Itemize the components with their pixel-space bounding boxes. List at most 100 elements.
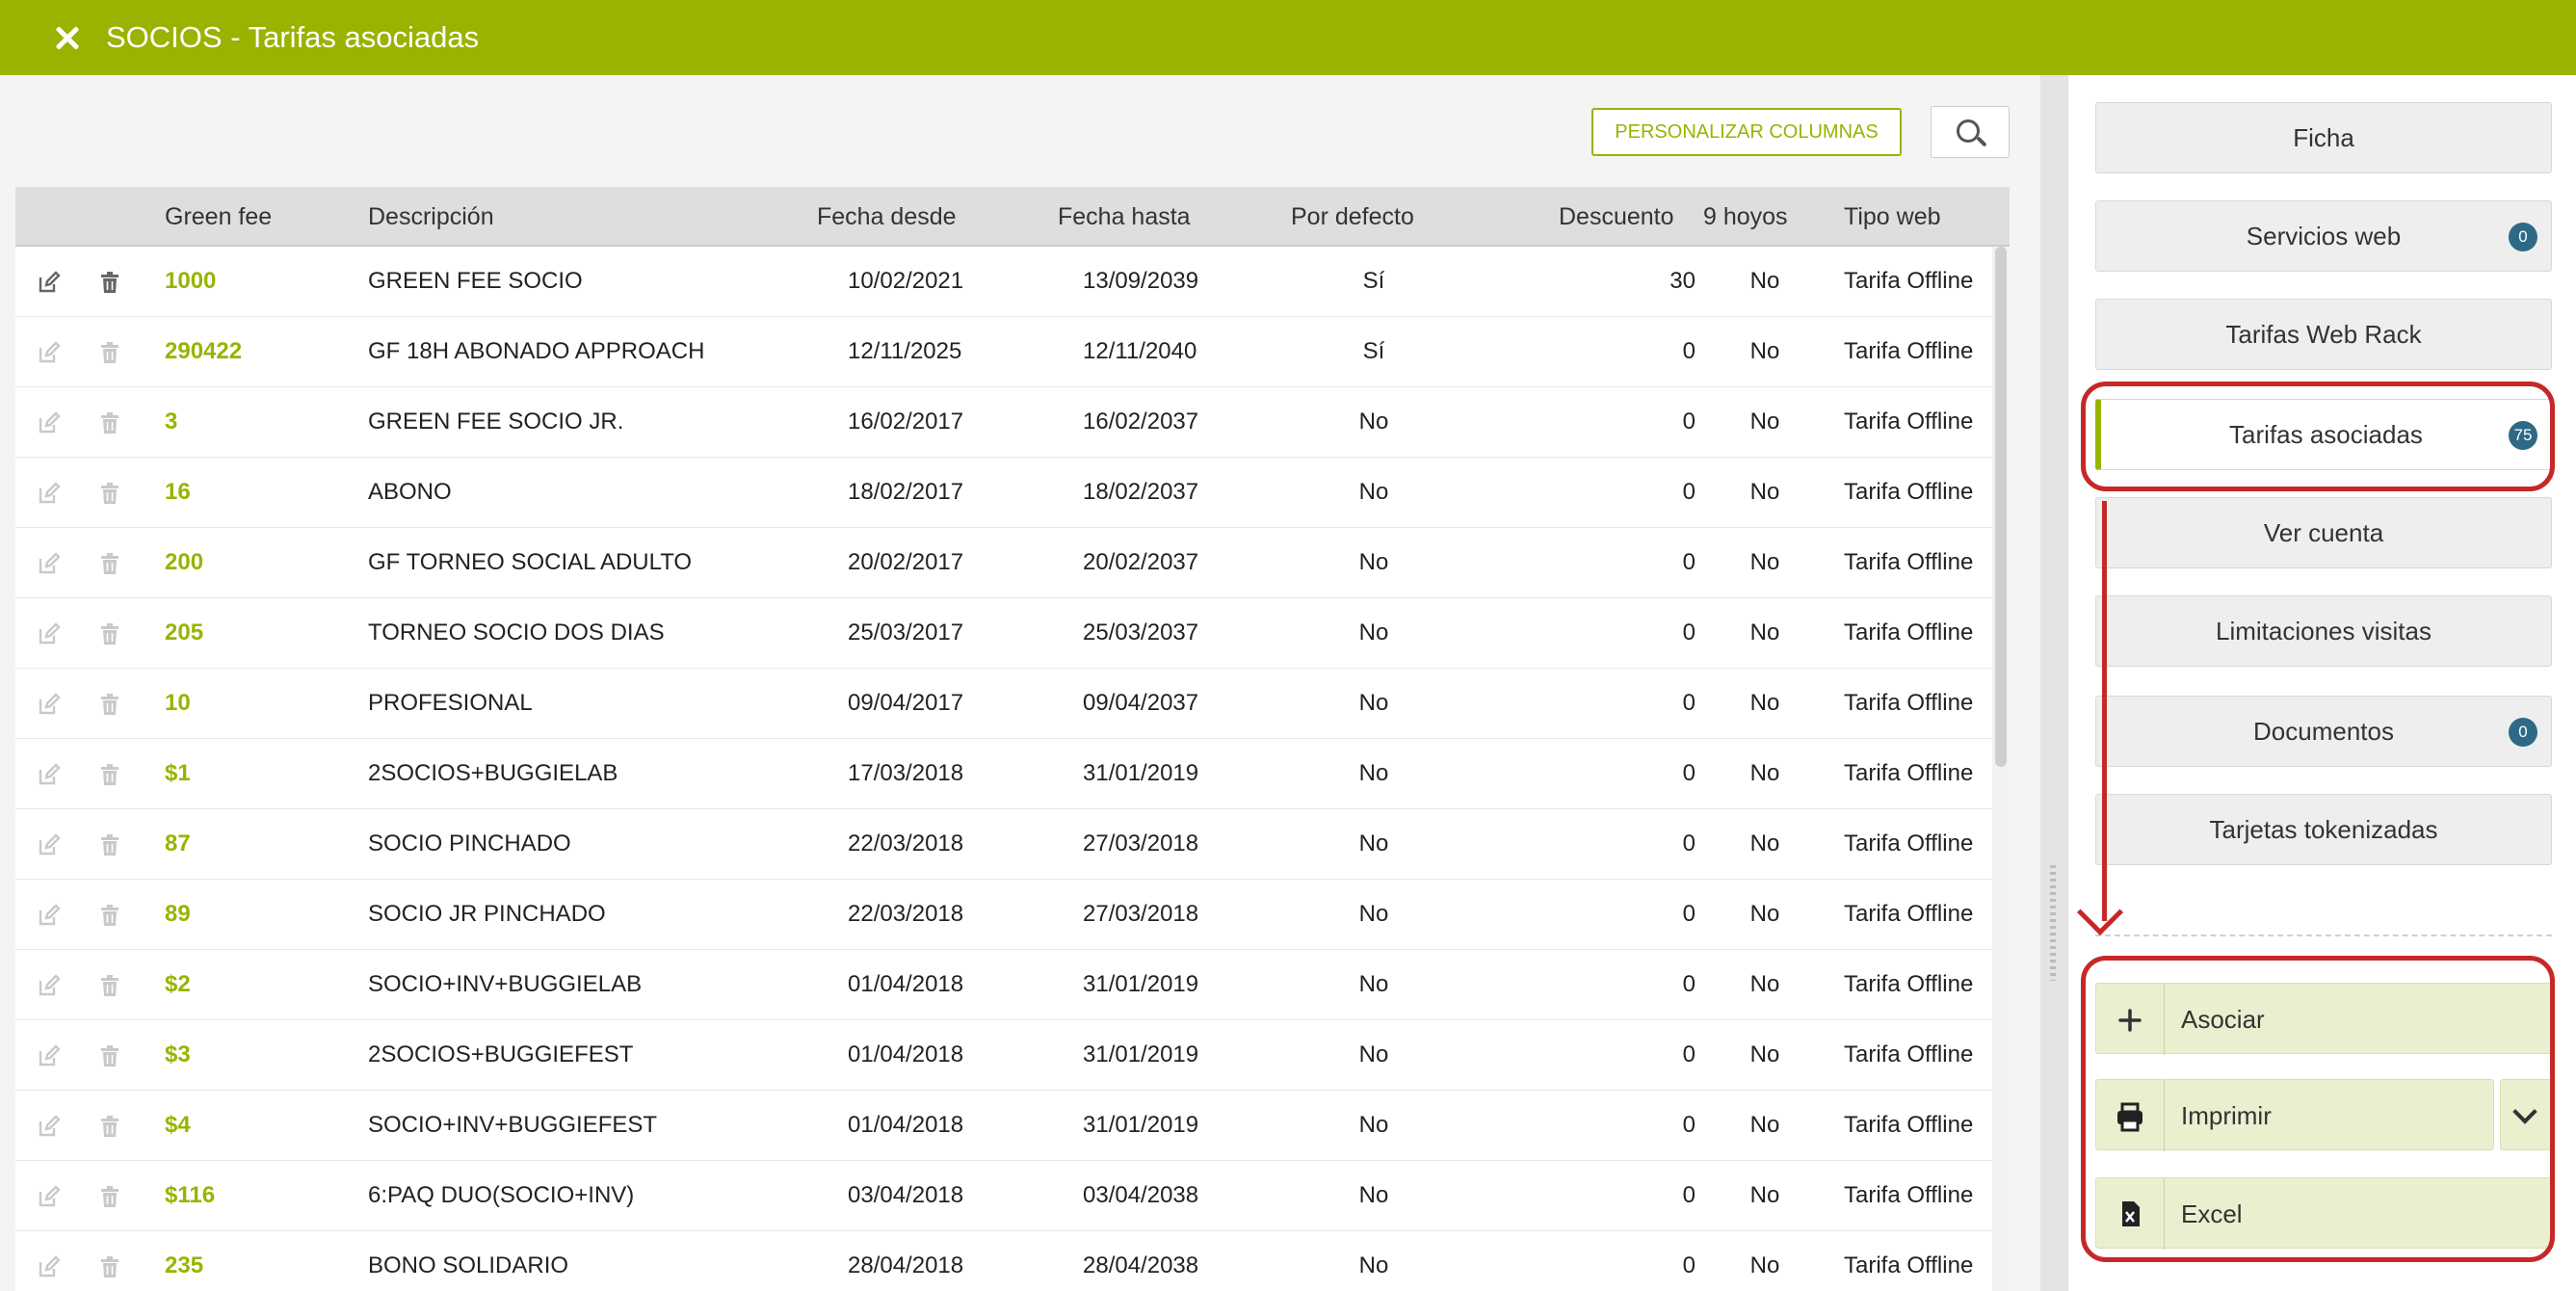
edit-icon[interactable]: [37, 1254, 62, 1284]
cell-nine-holes: No: [1749, 901, 1780, 927]
edit-icon[interactable]: [37, 1184, 62, 1214]
cell-green-fee: 235: [165, 1252, 204, 1278]
side-item-tarjetas-tokenizadas[interactable]: Tarjetas tokenizadas: [2095, 794, 2552, 865]
splitter-grip[interactable]: [2050, 865, 2056, 981]
table-row[interactable]: $1 2SOCIOS+BUGGIELAB 17/03/2018 31/01/2019 N…: [15, 739, 1992, 809]
table-header: Green fee Descripción Fecha desde Fecha …: [15, 187, 2010, 247]
cell-description: GF TORNEO SOCIAL ADULTO: [368, 549, 693, 575]
cell-default: No: [1358, 1112, 1389, 1138]
side-item-label: Limitaciones visitas: [2216, 616, 2431, 646]
cell-nine-holes: No: [1749, 268, 1780, 294]
rates-table: Green fee Descripción Fecha desde Fecha …: [15, 187, 2010, 1291]
table-scrollbar[interactable]: [1992, 247, 2010, 1291]
cell-date-to: 13/09/2039: [1083, 268, 1199, 294]
edit-icon[interactable]: [37, 270, 62, 300]
trash-icon[interactable]: [98, 692, 121, 722]
table-row[interactable]: 87 SOCIO PINCHADO 22/03/2018 27/03/2018 No 0 N…: [15, 809, 1992, 880]
table-row[interactable]: 205 TORNEO SOCIO DOS DIAS 25/03/2017 25/03/…: [15, 598, 1992, 669]
table-row[interactable]: 235 BONO SOLIDARIO 28/04/2018 28/04/2038 No 0…: [15, 1231, 1992, 1291]
cell-date-from: 03/04/2018: [848, 1182, 964, 1208]
cell-web-type: Tarifa Offline: [1844, 549, 1974, 575]
col-web-type[interactable]: Tipo web: [1844, 187, 1941, 247]
table-row[interactable]: 10 PROFESIONAL 09/04/2017 09/04/2037 No 0 No Ta…: [15, 669, 1992, 739]
cell-web-type: Tarifa Offline: [1844, 408, 1974, 435]
table-row[interactable]: 3 GREEN FEE SOCIO JR. 16/02/2017 16/02/2037…: [15, 387, 1992, 458]
cell-date-to: 09/04/2037: [1083, 690, 1199, 716]
col-description[interactable]: Descripción: [368, 187, 494, 247]
panel-splitter[interactable]: [2040, 75, 2067, 1291]
customize-columns-button[interactable]: PERSONALIZAR COLUMNAS: [1591, 108, 1902, 156]
edit-icon[interactable]: [37, 481, 62, 511]
edit-icon[interactable]: [37, 340, 62, 370]
col-green-fee[interactable]: Green fee: [165, 187, 272, 247]
annotation-arrow-line: [2102, 501, 2107, 921]
trash-icon[interactable]: [98, 1043, 121, 1073]
trash-icon[interactable]: [98, 1254, 121, 1284]
cell-web-type: Tarifa Offline: [1844, 971, 1974, 997]
trash-icon[interactable]: [98, 621, 121, 651]
edit-icon[interactable]: [37, 1043, 62, 1073]
col-nine-holes[interactable]: 9 hoyos: [1703, 187, 1788, 247]
col-date-to[interactable]: Fecha hasta: [1058, 187, 1191, 247]
side-item-documentos[interactable]: Documentos 0: [2095, 696, 2552, 767]
trash-icon[interactable]: [98, 903, 121, 933]
col-default[interactable]: Por defecto: [1291, 187, 1414, 247]
col-discount[interactable]: Descuento: [1559, 187, 1674, 247]
cell-web-type: Tarifa Offline: [1844, 338, 1974, 364]
trash-icon[interactable]: [98, 832, 121, 862]
edit-icon[interactable]: [37, 903, 62, 933]
cell-web-type: Tarifa Offline: [1844, 760, 1974, 786]
table-row[interactable]: 200 GF TORNEO SOCIAL ADULTO 20/02/2017 20/0…: [15, 528, 1992, 598]
trash-icon[interactable]: [98, 973, 121, 1003]
cell-description: SOCIO JR PINCHADO: [368, 901, 606, 927]
trash-icon[interactable]: [98, 762, 121, 792]
cell-web-type: Tarifa Offline: [1844, 268, 1974, 294]
edit-icon[interactable]: [37, 621, 62, 651]
side-item-tarifas-web-rack[interactable]: Tarifas Web Rack: [2095, 299, 2552, 370]
table-row[interactable]: $2 SOCIO+INV+BUGGIELAB 01/04/2018 31/01/201…: [15, 950, 1992, 1020]
edit-icon[interactable]: [37, 410, 62, 440]
cell-default: No: [1358, 901, 1389, 927]
trash-icon[interactable]: [98, 340, 121, 370]
trash-icon[interactable]: [98, 481, 121, 511]
cell-default: Sí: [1362, 338, 1385, 364]
cell-green-fee: 200: [165, 549, 204, 575]
side-item-ficha[interactable]: Ficha: [2095, 102, 2552, 173]
cell-green-fee: $3: [165, 1041, 191, 1067]
side-item-servicios-web[interactable]: Servicios web 0: [2095, 200, 2552, 272]
side-item-ver-cuenta[interactable]: Ver cuenta: [2095, 497, 2552, 568]
table-row[interactable]: $116 6:PAQ DUO(SOCIO+INV) 03/04/2018 03/04/…: [15, 1161, 1992, 1231]
trash-icon[interactable]: [98, 1184, 121, 1214]
cell-date-from: 18/02/2017: [848, 479, 964, 505]
cell-description: BONO SOLIDARIO: [368, 1252, 569, 1278]
trash-icon[interactable]: [98, 270, 121, 300]
side-item-label: Ver cuenta: [2263, 517, 2384, 547]
cell-description: TORNEO SOCIO DOS DIAS: [368, 619, 665, 646]
search-button[interactable]: [1931, 106, 2010, 158]
table-row[interactable]: 89 SOCIO JR PINCHADO 22/03/2018 27/03/2018 N…: [15, 880, 1992, 950]
close-icon[interactable]: [44, 14, 91, 61]
edit-icon[interactable]: [37, 973, 62, 1003]
table-row[interactable]: 16 ABONO 18/02/2017 18/02/2037 No 0 No Tarifa O…: [15, 458, 1992, 528]
scrollbar-thumb[interactable]: [1995, 247, 2007, 767]
edit-icon[interactable]: [37, 692, 62, 722]
edit-icon[interactable]: [37, 551, 62, 581]
trash-icon[interactable]: [98, 1114, 121, 1144]
trash-icon[interactable]: [98, 410, 121, 440]
side-item-limitaciones-visitas[interactable]: Limitaciones visitas: [2095, 595, 2552, 667]
edit-icon[interactable]: [37, 832, 62, 862]
table-row[interactable]: 1000 GREEN FEE SOCIO 10/02/2021 13/09/2039 S…: [15, 247, 1992, 317]
cell-description: GREEN FEE SOCIO: [368, 268, 583, 294]
table-row[interactable]: 290422 GF 18H ABONADO APPROACH 12/11/2025 1…: [15, 317, 1992, 387]
table-row[interactable]: $4 SOCIO+INV+BUGGIEFEST 01/04/2018 31/01/20…: [15, 1091, 1992, 1161]
cell-date-to: 12/11/2040: [1083, 338, 1197, 364]
col-date-from[interactable]: Fecha desde: [817, 187, 957, 247]
table-row[interactable]: $3 2SOCIOS+BUGGIEFEST 01/04/2018 31/01/2019…: [15, 1020, 1992, 1091]
edit-icon[interactable]: [37, 762, 62, 792]
side-item-label: Ficha: [2293, 122, 2354, 152]
cell-green-fee: 89: [165, 901, 191, 927]
title-bar: SOCIOS - Tarifas asociadas: [0, 0, 2576, 75]
edit-icon[interactable]: [37, 1114, 62, 1144]
cell-description: 6:PAQ DUO(SOCIO+INV): [368, 1182, 635, 1208]
trash-icon[interactable]: [98, 551, 121, 581]
